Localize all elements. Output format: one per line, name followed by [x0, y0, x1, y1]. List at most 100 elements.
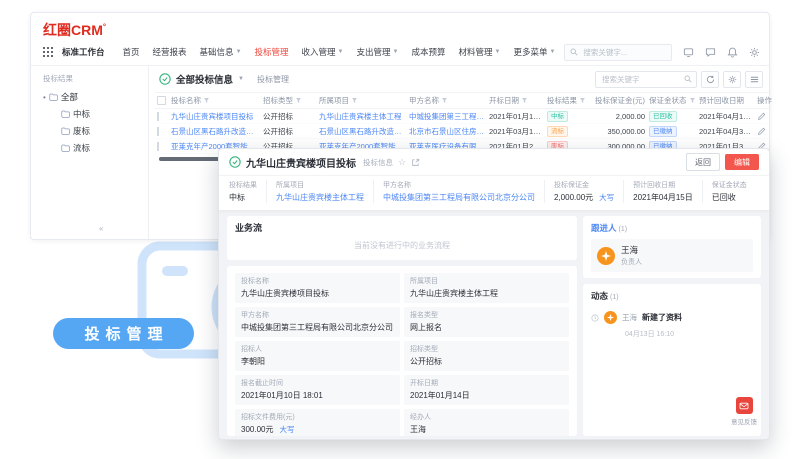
column-header-投标结果: 投标结果: [545, 95, 591, 106]
filter-funnel-icon[interactable]: [351, 97, 358, 104]
filter-funnel-icon[interactable]: [579, 97, 586, 104]
bid-name-link[interactable]: 九华山庄贵宾楼项目投标: [169, 111, 261, 122]
module-icon: [159, 73, 171, 85]
list-search[interactable]: [595, 71, 697, 88]
column-header-保证金状态: 保证金状态: [647, 95, 697, 106]
follower-item[interactable]: 王海 负责人: [591, 239, 753, 272]
chevron-down-icon[interactable]: ▼: [238, 76, 244, 82]
column-header-checkbox: [155, 96, 169, 105]
row-checkbox[interactable]: [157, 112, 159, 121]
summary-label: 投标结果: [229, 180, 257, 190]
column-label: 投标保证金(元): [595, 95, 645, 106]
nav-item-6[interactable]: 支出管理▼: [357, 46, 399, 58]
activity-title[interactable]: 动态: [591, 290, 608, 302]
refresh-button[interactable]: [701, 71, 719, 88]
brand-logo[interactable]: 红圈CRM°: [43, 20, 106, 40]
nav-item-label: 成本预算: [411, 46, 445, 58]
nav-item-label: 收入管理: [302, 46, 336, 58]
followers-card: 跟进人 (1) 王海 负责人: [583, 216, 761, 278]
nav-item-7[interactable]: 成本预算: [411, 46, 445, 58]
uppercase-link[interactable]: 大写: [279, 425, 294, 434]
uppercase-link[interactable]: 大写: [599, 193, 614, 202]
sidebar-item-all[interactable]: • 全部: [43, 91, 148, 103]
nav-item-label: 经营报表: [153, 46, 187, 58]
open-date: 2021年03月15日: [487, 126, 545, 137]
party-link[interactable]: 中城投集团第三工程局有...: [407, 111, 487, 122]
select-all-checkbox[interactable]: [157, 96, 166, 105]
summary-field: 保证金状态已回收: [702, 180, 756, 203]
field-value[interactable]: 王海: [410, 424, 563, 435]
list-search-input[interactable]: [600, 74, 681, 85]
view-title[interactable]: 全部投标信息: [176, 72, 233, 86]
project-link[interactable]: 九华山庄贵宾楼主体工程: [317, 111, 407, 122]
recover-date: 2021年04月15日: [697, 111, 755, 122]
feedback-envelope-icon[interactable]: [736, 397, 753, 414]
clock-icon: [591, 314, 599, 322]
edit-button[interactable]: 编辑: [725, 154, 759, 170]
row-checkbox[interactable]: [157, 127, 159, 136]
table-row[interactable]: 九华山庄贵宾楼项目投标公开招标九华山庄贵宾楼主体工程中城投集团第三工程局有...…: [155, 109, 769, 124]
nav-item-4[interactable]: 投标管理: [255, 46, 289, 58]
workbench-icon[interactable]: [683, 47, 694, 58]
bell-icon[interactable]: [727, 47, 738, 58]
party-link[interactable]: 北京市石景山区住房和城...: [407, 126, 487, 137]
sidebar-item-废标[interactable]: 废标: [43, 125, 148, 137]
settings-button[interactable]: [723, 71, 741, 88]
back-button[interactable]: 返回: [686, 153, 720, 171]
field-value: 九华山庄贵宾楼项目投标: [241, 288, 394, 299]
filter-funnel-icon[interactable]: [295, 97, 302, 104]
workspace-switcher[interactable]: 标准工作台: [62, 46, 105, 58]
star-icon[interactable]: ☆: [398, 157, 406, 168]
detail-field: 招标类型公开招标: [404, 341, 569, 371]
menu-button[interactable]: [745, 71, 763, 88]
nav-item-2[interactable]: 经营报表: [153, 46, 187, 58]
project-link[interactable]: 石景山区黑石路升改造工程: [317, 126, 407, 137]
row-checkbox[interactable]: [157, 142, 159, 151]
followers-title[interactable]: 跟进人: [591, 222, 617, 234]
sidebar-item-流标[interactable]: 流标: [43, 142, 148, 154]
filter-funnel-icon[interactable]: [521, 97, 528, 104]
nav-item-9[interactable]: 更多菜单▼: [513, 46, 555, 58]
nav-item-label: 材料管理: [458, 46, 492, 58]
field-value: 2021年01月10日 18:01: [241, 390, 394, 401]
summary-value[interactable]: 九华山庄贵宾楼主体工程: [276, 192, 364, 203]
result-badge: 中标: [545, 111, 591, 122]
column-header-所属项目: 所属项目: [317, 95, 407, 106]
cell: [155, 142, 169, 151]
filter-funnel-icon[interactable]: [441, 97, 448, 104]
follower-name: 王海: [621, 244, 642, 256]
bid-name-link[interactable]: 石景山区黑石路升改造工程: [169, 126, 261, 137]
field-label: 招标类型: [410, 344, 563, 354]
sidebar-item-中标[interactable]: 中标: [43, 108, 148, 120]
column-label: 操作: [757, 95, 772, 106]
summary-field: 甲方名称中城投集团第三工程局有限公司北京分公司: [373, 180, 544, 203]
edit-row-icon[interactable]: [757, 112, 773, 121]
breadcrumb: 投标管理: [257, 74, 289, 85]
nav-item-5[interactable]: 收入管理▼: [302, 46, 344, 58]
global-search[interactable]: [564, 44, 672, 61]
feedback-widget[interactable]: 意见反馈: [731, 397, 757, 426]
nav-item-3[interactable]: 基础信息▼: [200, 46, 242, 58]
summary-value[interactable]: 中城投集团第三工程局有限公司北京分公司: [383, 192, 535, 203]
expand-icon[interactable]: [411, 158, 420, 167]
field-label: 甲方名称: [241, 310, 394, 320]
apps-grid-icon[interactable]: [43, 47, 53, 57]
message-icon[interactable]: [705, 47, 716, 58]
avatar: [597, 247, 615, 265]
filter-funnel-icon[interactable]: [203, 97, 210, 104]
field-value[interactable]: 中城投集团第三工程局有限公司北京分公司: [241, 322, 394, 333]
field-value[interactable]: 九华山庄贵宾楼主体工程: [410, 288, 563, 299]
cell: [755, 127, 775, 136]
table-row[interactable]: 石景山区黑石路升改造工程公开招标石景山区黑石路升改造工程北京市石景山区住房和城.…: [155, 124, 769, 139]
search-icon: [570, 48, 578, 56]
nav-item-8[interactable]: 材料管理▼: [458, 46, 500, 58]
search-icon[interactable]: [684, 75, 692, 83]
sidebar-collapse-handle[interactable]: «: [99, 224, 103, 233]
filter-funnel-icon[interactable]: [689, 97, 696, 104]
nav-item-1[interactable]: 首页: [123, 46, 140, 58]
gear-icon[interactable]: [749, 47, 760, 58]
edit-row-icon[interactable]: [757, 127, 773, 136]
global-search-input[interactable]: [581, 47, 666, 58]
deposit-status-badge: 已回收: [649, 111, 677, 122]
result-badge: 流标: [547, 126, 568, 137]
